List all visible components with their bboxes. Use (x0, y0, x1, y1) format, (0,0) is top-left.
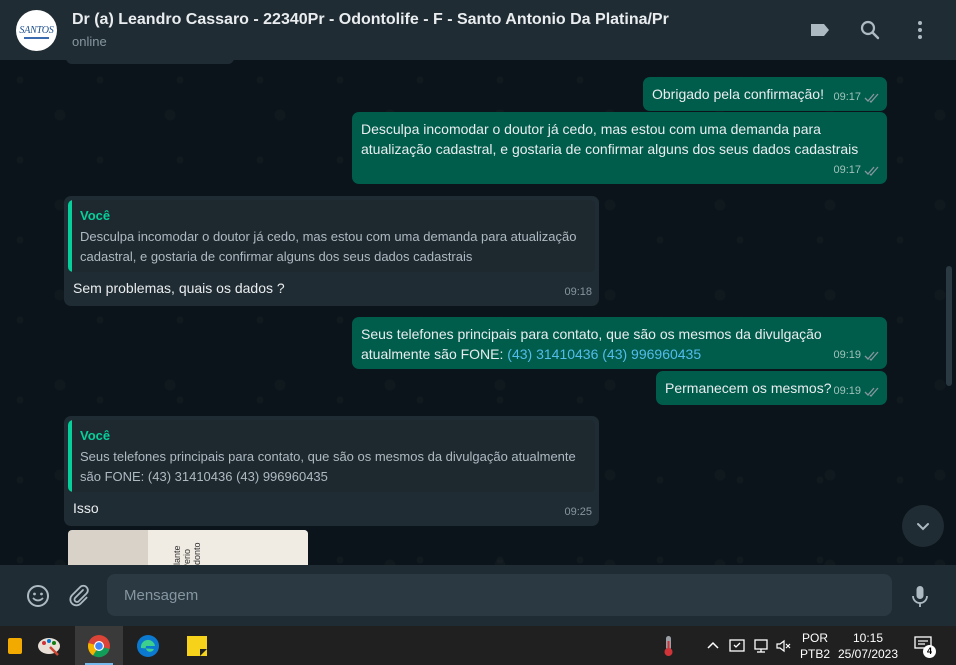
contact-status: online (72, 34, 107, 49)
microphone-icon[interactable] (907, 583, 933, 609)
message-time: 09:17 (833, 164, 861, 176)
clock[interactable]: 10:15 25/07/2023 (836, 630, 900, 662)
message-time: 09:19 (833, 349, 861, 361)
double-check-icon (864, 351, 879, 361)
quote-author: Você (80, 208, 111, 223)
image-text: plante Perio odonto (172, 542, 202, 565)
message-text: Permanecem os mesmos? (665, 380, 832, 396)
notification-count-badge: 4 (923, 645, 936, 658)
message-time: 09:25 (564, 506, 592, 518)
scroll-to-bottom-button[interactable] (902, 505, 944, 547)
avatar-logo-text: SANTOS (19, 25, 54, 36)
message-meta: 09:19 (833, 345, 880, 365)
avatar[interactable]: SANTOS (16, 10, 57, 51)
message-time: 09:17 (833, 91, 861, 103)
phone-link[interactable]: (43) 31410436 (43) 996960435 (507, 346, 701, 362)
message-text: Desculpa incomodar o doutor já cedo, mas… (361, 121, 859, 157)
search-icon[interactable] (858, 18, 882, 42)
message-meta: 09:17 (833, 160, 880, 180)
message-text: Sem problemas, quais os dados ? (73, 280, 285, 296)
double-check-icon (864, 93, 879, 103)
outgoing-message[interactable]: Permanecem os mesmos? 09:19 (656, 371, 887, 405)
clock-time: 10:15 (852, 631, 884, 645)
quote-text: Seus telefones principais para contato, … (80, 449, 576, 484)
double-check-icon (864, 387, 879, 397)
quoted-message[interactable]: Você Desculpa incomodar o doutor já cedo… (68, 200, 595, 272)
message-meta: 09:17 (833, 87, 880, 107)
quote-author: Você (80, 428, 111, 443)
message-time: 09:18 (564, 286, 592, 298)
attach-icon[interactable] (66, 583, 92, 609)
message-meta: 09:18 (564, 282, 592, 302)
chevron-up-icon[interactable] (704, 637, 722, 655)
label-icon[interactable] (808, 18, 832, 42)
message-meta: 09:25 (564, 502, 592, 522)
quote-bar (68, 420, 72, 492)
whatsapp-window: SANTOS Dr (a) Leandro Cassaro - 22340Pr … (0, 0, 956, 626)
message-text: Obrigado pela confirmação! (652, 86, 824, 102)
quote-text: Desculpa incomodar o doutor já cedo, mas… (80, 229, 577, 264)
image-message-preview[interactable]: plante Perio odonto (68, 530, 308, 565)
taskbar-app-sticky-notes[interactable] (173, 626, 221, 665)
sticky-notes-icon (187, 635, 207, 656)
notification-center-button[interactable]: 4 (914, 636, 940, 658)
double-check-icon (864, 166, 879, 176)
paint-palette-icon (38, 637, 60, 656)
incoming-message[interactable]: Você Seus telefones principais para cont… (64, 416, 599, 526)
taskbar-app-paint[interactable] (25, 626, 73, 665)
language-indicator[interactable]: POR PTB2 (799, 630, 831, 662)
incoming-message[interactable]: Você Desculpa incomodar o doutor já cedo… (64, 196, 599, 306)
outgoing-message[interactable]: Desculpa incomodar o doutor já cedo, mas… (352, 112, 887, 184)
previous-message-bubble (66, 60, 234, 64)
clock-date: 25/07/2023 (837, 647, 899, 661)
chevron-down-icon (917, 523, 929, 531)
contact-name[interactable]: Dr (a) Leandro Cassaro - 22340Pr - Odont… (72, 11, 669, 29)
chat-scrollbar[interactable] (946, 266, 952, 386)
emoji-icon[interactable] (25, 583, 51, 609)
chrome-icon (87, 634, 110, 657)
message-list[interactable]: Obrigado pela confirmação! 09:17 Desculp… (0, 60, 956, 565)
keyboard-layout: PTB2 (799, 647, 830, 661)
outgoing-message[interactable]: Seus telefones principais para contato, … (352, 317, 887, 369)
taskbar-app-chrome[interactable] (75, 626, 123, 665)
network-icon[interactable] (752, 637, 770, 655)
message-time: 09:19 (833, 385, 861, 397)
temperature-icon[interactable] (660, 635, 680, 657)
composer-bar (0, 565, 956, 626)
avatar-logo-underline (24, 37, 49, 39)
message-meta: 09:19 (833, 381, 880, 401)
quote-bar (68, 200, 72, 272)
menu-icon[interactable] (908, 18, 932, 42)
volume-muted-icon[interactable] (775, 637, 793, 655)
security-icon[interactable] (728, 637, 746, 655)
message-text: Isso (73, 500, 99, 516)
language-code: POR (801, 631, 828, 645)
folder-icon (8, 637, 22, 654)
outgoing-message[interactable]: Obrigado pela confirmação! 09:17 (643, 77, 887, 111)
message-input[interactable] (107, 574, 892, 616)
message-text: Seus telefones principais para contato, … (361, 324, 822, 364)
quoted-message[interactable]: Você Seus telefones principais para cont… (68, 420, 595, 492)
chat-header[interactable]: SANTOS Dr (a) Leandro Cassaro - 22340Pr … (0, 0, 956, 60)
taskbar: POR PTB2 10:15 25/07/2023 4 (0, 626, 956, 665)
edge-icon (137, 634, 159, 657)
taskbar-app-edge[interactable] (124, 626, 172, 665)
